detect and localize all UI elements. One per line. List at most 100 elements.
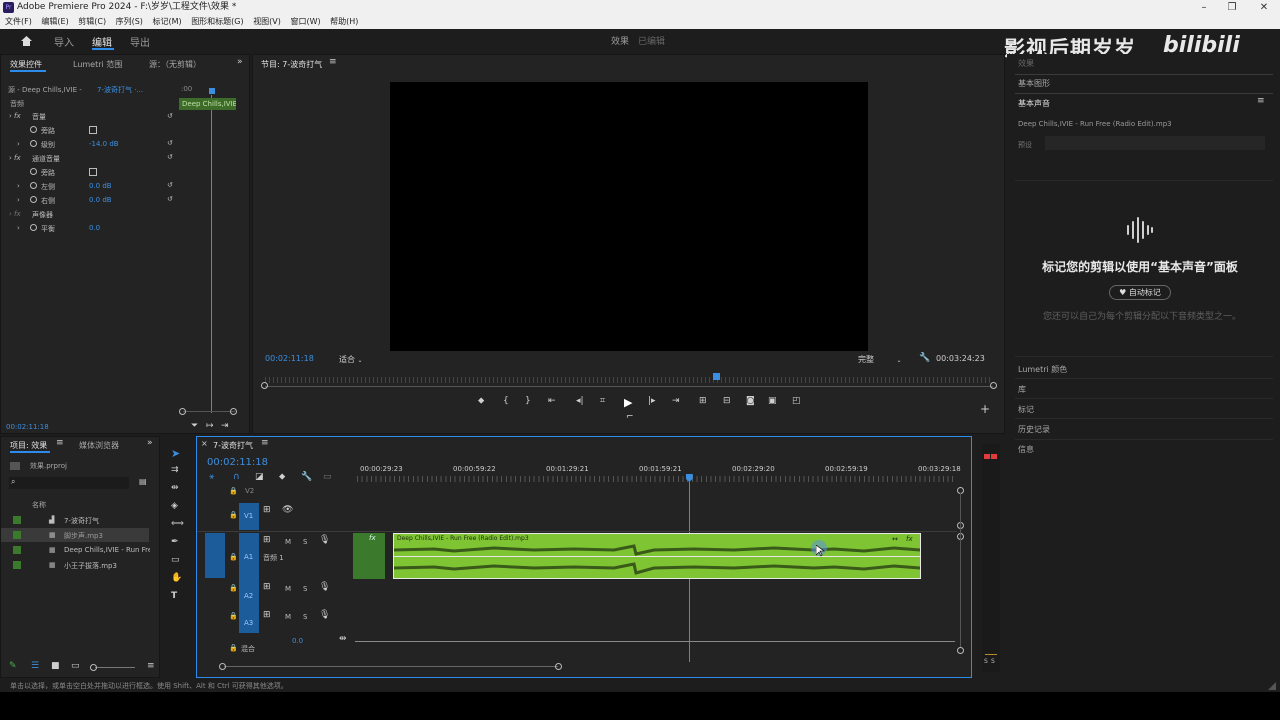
zoom-slider-handle[interactable]: [90, 664, 97, 671]
go-to-out-icon[interactable]: ⇥: [672, 396, 680, 406]
resize-grip-icon[interactable]: [1268, 682, 1276, 690]
tab-source[interactable]: 源：（无剪辑）: [149, 59, 201, 70]
play-clip-audio-icon[interactable]: ↦: [206, 421, 214, 431]
ec-clip-bar[interactable]: Deep Chills,IVIE: [179, 98, 236, 110]
menu-edit[interactable]: 编辑(E): [41, 17, 68, 26]
panel-more-icon[interactable]: »: [237, 57, 243, 67]
sequence-clip-name[interactable]: 7-波奇打气 ·...: [97, 85, 143, 95]
project-search-input[interactable]: [9, 477, 129, 489]
tab-program[interactable]: 节目: 7-波奇打气: [261, 59, 322, 70]
expand-chevron-icon[interactable]: ›: [17, 140, 20, 148]
razor-tool-icon[interactable]: ◈: [171, 501, 178, 511]
snap-icon[interactable]: ∩: [233, 472, 240, 482]
track-select-tool-icon[interactable]: ⇉: [171, 465, 179, 475]
expand-track-icon[interactable]: ⇹: [339, 634, 347, 644]
slip-tool-icon[interactable]: ⟺: [171, 519, 184, 529]
preset-dropdown[interactable]: [1045, 136, 1265, 150]
stopwatch-icon[interactable]: [30, 182, 37, 189]
tab-essential-graphics[interactable]: 基本图形: [1018, 78, 1050, 89]
v-scrollbar[interactable]: [960, 493, 961, 647]
balance-value[interactable]: 0.0: [89, 224, 100, 232]
list-view-icon[interactable]: ☰: [31, 661, 39, 671]
add-marker-icon[interactable]: ⬥: [279, 472, 285, 482]
h-scroll-handle-left[interactable]: [219, 663, 226, 670]
lift-icon[interactable]: ⌗: [600, 396, 605, 406]
reset-icon[interactable]: ↺: [167, 112, 173, 120]
menu-help[interactable]: 帮助(H): [330, 17, 358, 26]
scrub-handle-left[interactable]: [261, 382, 268, 389]
go-to-in-icon[interactable]: ⇤: [548, 396, 556, 406]
column-name[interactable]: 名称: [32, 500, 46, 510]
solo-button[interactable]: S: [303, 585, 307, 593]
reset-icon[interactable]: ↺: [167, 153, 173, 161]
stopwatch-icon[interactable]: [30, 196, 37, 203]
microphone-icon[interactable]: 🎙: [319, 582, 330, 592]
panel-info[interactable]: 信息: [1018, 444, 1034, 455]
menu-sequence[interactable]: 序列(S): [116, 17, 143, 26]
tab-project[interactable]: 项目: 效果: [10, 440, 47, 451]
list-item[interactable]: ▦ 小王子拔落.mp3: [1, 558, 151, 572]
ec-zoom-handle-left[interactable]: [179, 408, 186, 415]
mix-value[interactable]: 0.0: [292, 637, 303, 645]
v-scroll-handle[interactable]: [957, 647, 964, 654]
tab-import[interactable]: 导入: [54, 34, 74, 49]
source-a1-patch[interactable]: [205, 533, 225, 578]
lock-icon[interactable]: 🔒: [229, 553, 238, 561]
stopwatch-icon[interactable]: [30, 168, 37, 175]
add-marker-icon[interactable]: ⬥: [478, 396, 484, 406]
new-bin-icon[interactable]: ▤: [139, 477, 147, 486]
close-tab-icon[interactable]: ×: [201, 439, 208, 448]
expand-chevron-icon[interactable]: ›: [17, 196, 20, 204]
program-ruler[interactable]: [265, 377, 993, 383]
tab-sequence[interactable]: 7-波奇打气: [213, 440, 253, 451]
program-timecode[interactable]: 00:02:11:18: [265, 354, 314, 363]
toggle-sync-lock-icon[interactable]: ⊞: [263, 610, 271, 620]
lock-icon[interactable]: 🔒: [229, 644, 238, 652]
close-icon[interactable]: ✕: [1250, 0, 1278, 15]
tab-media-browser[interactable]: 媒体浏览器: [79, 440, 119, 451]
panel-libraries[interactable]: 库: [1018, 384, 1026, 395]
right-value[interactable]: 0.0 dB: [89, 196, 112, 204]
tab-essential-sound[interactable]: 基本声音: [1018, 98, 1050, 109]
expand-chevron-icon[interactable]: ›: [17, 224, 20, 232]
list-item[interactable]: ▦ Deep Chills,IVIE - Run Free: [1, 543, 151, 557]
stopwatch-icon[interactable]: [30, 224, 37, 231]
microphone-icon[interactable]: 🎙: [319, 610, 330, 620]
panel-menu-icon[interactable]: ≡: [329, 57, 337, 67]
compare-view-icon[interactable]: ▣: [768, 396, 777, 406]
add-button-icon[interactable]: +: [980, 402, 990, 416]
toggle-sync-lock-icon[interactable]: ⊞: [263, 535, 271, 545]
mute-button[interactable]: M: [285, 613, 291, 621]
h-scrollbar[interactable]: [224, 666, 558, 667]
left-value[interactable]: 0.0 dB: [89, 182, 112, 190]
timeline-timecode[interactable]: 00:02:11:18: [207, 457, 268, 468]
panel-more-icon[interactable]: »: [147, 438, 153, 448]
audio-clip-small[interactable]: fx: [353, 533, 385, 579]
scrub-handle-right[interactable]: [990, 382, 997, 389]
menu-marker[interactable]: 标记(M): [152, 17, 181, 26]
minimize-icon[interactable]: –: [1190, 0, 1218, 15]
solo-left-button[interactable]: S: [984, 658, 988, 665]
ec-timecode[interactable]: 00:02:11:18: [6, 423, 49, 431]
panel-history[interactable]: 历史记录: [1018, 424, 1050, 435]
track-a-targets[interactable]: [239, 533, 259, 633]
wrench-icon[interactable]: 🔧: [919, 353, 930, 363]
ec-zoom-handle-right[interactable]: [230, 408, 237, 415]
stopwatch-icon[interactable]: [30, 140, 37, 147]
play-icon[interactable]: ▶: [624, 396, 632, 409]
solo-button[interactable]: S: [303, 613, 307, 621]
auto-tag-button[interactable]: ♥ 自动标记: [1109, 285, 1171, 300]
wrench-icon[interactable]: 🔧: [301, 472, 312, 482]
level-value[interactable]: -14.0 dB: [89, 140, 119, 148]
tab-export[interactable]: 导出: [130, 34, 150, 49]
tab-lumetri-scopes[interactable]: Lumetri 范围: [73, 59, 122, 70]
lock-icon[interactable]: 🔒: [229, 612, 238, 620]
fit-dropdown[interactable]: 适合 ⌄: [339, 354, 363, 365]
maximize-icon[interactable]: ❐: [1218, 0, 1246, 15]
ripple-edit-tool-icon[interactable]: ⇹: [171, 483, 179, 493]
microphone-icon[interactable]: 🎙: [319, 535, 330, 545]
tab-effect-controls[interactable]: 效果控件: [10, 59, 42, 70]
reset-icon[interactable]: ↺: [167, 139, 173, 147]
stopwatch-icon[interactable]: [30, 126, 37, 133]
lock-icon[interactable]: 🔒: [229, 584, 238, 592]
